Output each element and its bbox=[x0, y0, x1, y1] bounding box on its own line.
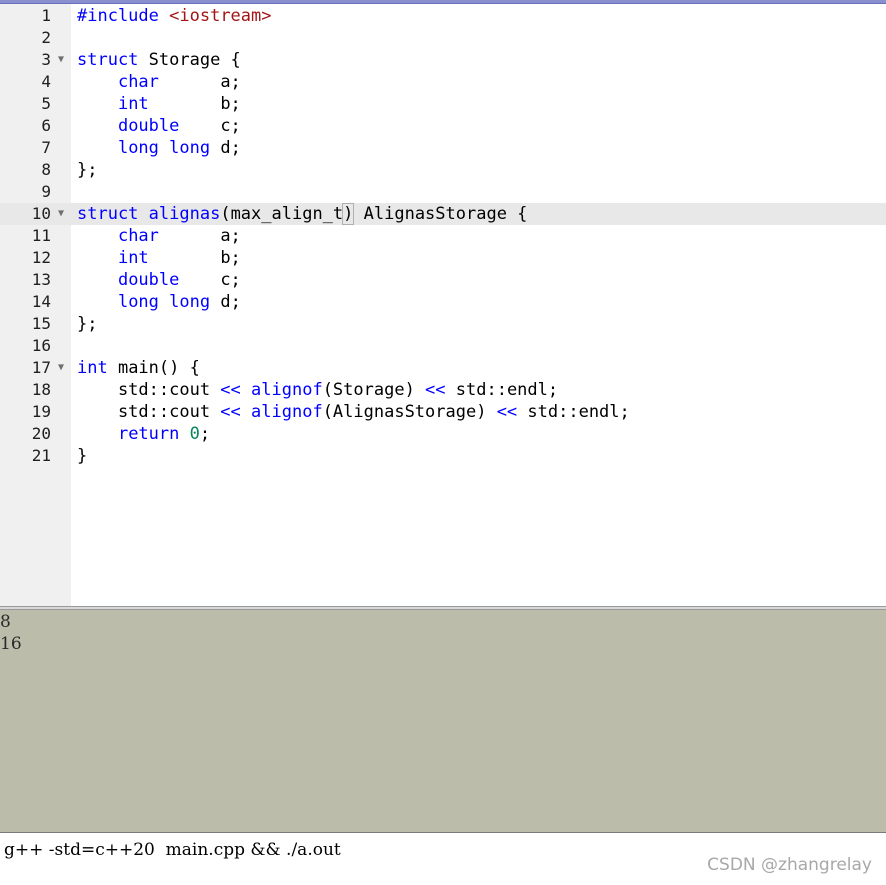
code-text: struct alignas(max_align_t) AlignasStora… bbox=[77, 203, 528, 225]
output-line: 16 bbox=[0, 634, 22, 654]
code-line: 11 char a; bbox=[0, 225, 886, 247]
code-text: char a; bbox=[117, 72, 241, 92]
code-line: 19 std::cout << alignof(AlignasStorage) … bbox=[0, 401, 886, 423]
code-text: char a; bbox=[117, 226, 241, 246]
code-text: int b; bbox=[117, 248, 241, 268]
code-line: 16 bbox=[0, 335, 886, 357]
line-number: 6 bbox=[41, 116, 51, 135]
code-text: long long d; bbox=[117, 138, 241, 158]
line-number: 11 bbox=[31, 226, 51, 245]
code-line: 2 bbox=[0, 27, 886, 49]
code-line: 15}; bbox=[0, 313, 886, 335]
code-line: 3 ▼ struct Storage { bbox=[0, 49, 886, 71]
watermark: CSDN @zhangrelay bbox=[707, 855, 872, 875]
line-number: 14 bbox=[31, 292, 51, 311]
code-text: long long d; bbox=[117, 292, 241, 312]
code-text: struct Storage { bbox=[77, 50, 241, 70]
code-text: std::cout << alignof(Storage) << std::en… bbox=[77, 380, 559, 400]
line-number: 19 bbox=[31, 402, 51, 421]
code-line: 9 bbox=[0, 181, 886, 203]
code-line: 17 ▼ int main() { bbox=[0, 357, 886, 379]
code-line: 1 #include <iostream> bbox=[0, 5, 886, 27]
line-number: 12 bbox=[31, 248, 51, 267]
code-line: 13 double c; bbox=[0, 269, 886, 291]
output-panel: 8 16 bbox=[0, 610, 886, 832]
code-line: 14 long long d; bbox=[0, 291, 886, 313]
code-line: 6 double c; bbox=[0, 115, 886, 137]
fold-toggle-icon[interactable]: ▼ bbox=[55, 203, 67, 225]
code-text: return 0; bbox=[117, 424, 211, 444]
line-number: 4 bbox=[41, 72, 51, 91]
line-number: 20 bbox=[31, 424, 51, 443]
code-line: 7 long long d; bbox=[0, 137, 886, 159]
output-line: 8 bbox=[0, 612, 11, 632]
code-text: int main() { bbox=[77, 358, 200, 378]
code-line: 12 int b; bbox=[0, 247, 886, 269]
code-editor[interactable]: 1 #include <iostream> 2 3 ▼ struct Storage {4… bbox=[0, 4, 886, 606]
command-input[interactable] bbox=[4, 838, 684, 862]
code-text: double c; bbox=[117, 270, 241, 290]
code-lines: 1 #include <iostream> 2 3 ▼ struct Storage {4… bbox=[0, 5, 886, 467]
line-number: 3 bbox=[41, 50, 51, 69]
line-number: 9 bbox=[41, 182, 51, 201]
code-line: 5 int b; bbox=[0, 93, 886, 115]
code-line: 4 char a; bbox=[0, 71, 886, 93]
fold-toggle-icon[interactable]: ▼ bbox=[55, 357, 67, 379]
line-number: 7 bbox=[41, 138, 51, 157]
code-line: 10 ▼ struct alignas(max_align_t) AlignasSt… bbox=[0, 203, 886, 225]
line-number: 8 bbox=[41, 160, 51, 179]
fold-toggle-icon[interactable]: ▼ bbox=[55, 49, 67, 71]
line-number: 10 bbox=[31, 204, 51, 223]
code-line: 8}; bbox=[0, 159, 886, 181]
code-text: }; bbox=[77, 160, 98, 180]
code-text: } bbox=[77, 446, 88, 466]
line-number: 18 bbox=[31, 380, 51, 399]
code-text: int b; bbox=[117, 94, 241, 114]
line-number: 17 bbox=[31, 358, 51, 377]
code-text: }; bbox=[77, 314, 98, 334]
code-line: 18 std::cout << alignof(Storage) << std:… bbox=[0, 379, 886, 401]
code-text: double c; bbox=[117, 116, 241, 136]
code-text: #include <iostream> bbox=[77, 6, 272, 26]
line-number: 2 bbox=[41, 28, 51, 47]
code-line: 20 return 0; bbox=[0, 423, 886, 445]
code-text: std::cout << alignof(AlignasStorage) << … bbox=[77, 402, 630, 422]
line-number: 13 bbox=[31, 270, 51, 289]
line-number: 21 bbox=[31, 446, 51, 465]
code-line: 21} bbox=[0, 445, 886, 467]
line-number: 15 bbox=[31, 314, 51, 333]
line-number: 16 bbox=[31, 336, 51, 355]
command-bar: CSDN @zhangrelay bbox=[0, 832, 886, 885]
line-number: 5 bbox=[41, 94, 51, 113]
line-number: 1 bbox=[41, 6, 51, 25]
